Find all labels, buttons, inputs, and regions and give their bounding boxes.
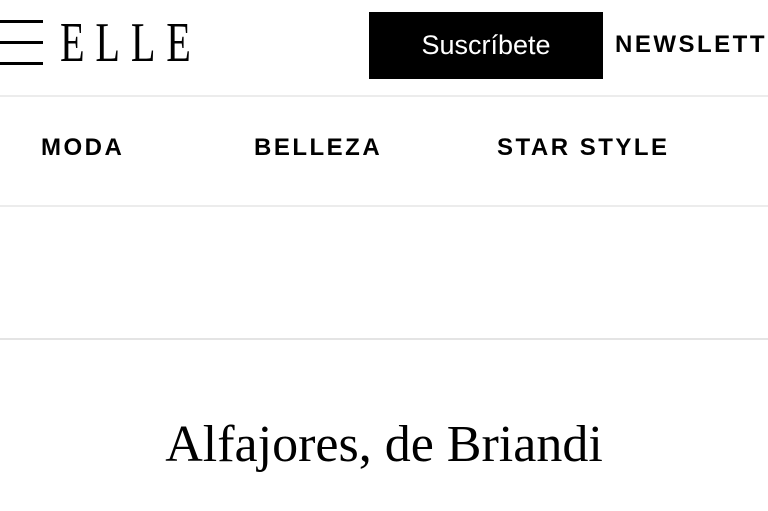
hamburger-menu-icon[interactable] bbox=[0, 20, 44, 66]
article-title: Alfajores, de Briandi bbox=[165, 416, 603, 473]
page: ELLE Suscríbete NEWSLETT MODA BELLEZA ST… bbox=[0, 0, 768, 511]
nav-item-belleza[interactable]: BELLEZA bbox=[254, 133, 382, 163]
menu-line bbox=[0, 20, 43, 23]
ad-slot bbox=[0, 207, 768, 340]
nav-item-star-style[interactable]: STAR STYLE bbox=[497, 133, 670, 163]
subscribe-button[interactable]: Suscríbete bbox=[369, 12, 603, 79]
site-header: ELLE Suscríbete NEWSLETT bbox=[0, 0, 768, 97]
newsletter-link[interactable]: NEWSLETT bbox=[615, 27, 767, 63]
menu-line bbox=[0, 41, 43, 44]
main-nav: MODA BELLEZA STAR STYLE bbox=[0, 97, 768, 207]
nav-item-moda[interactable]: MODA bbox=[41, 133, 124, 163]
menu-line bbox=[0, 62, 43, 65]
site-logo[interactable]: ELLE bbox=[60, 13, 202, 73]
